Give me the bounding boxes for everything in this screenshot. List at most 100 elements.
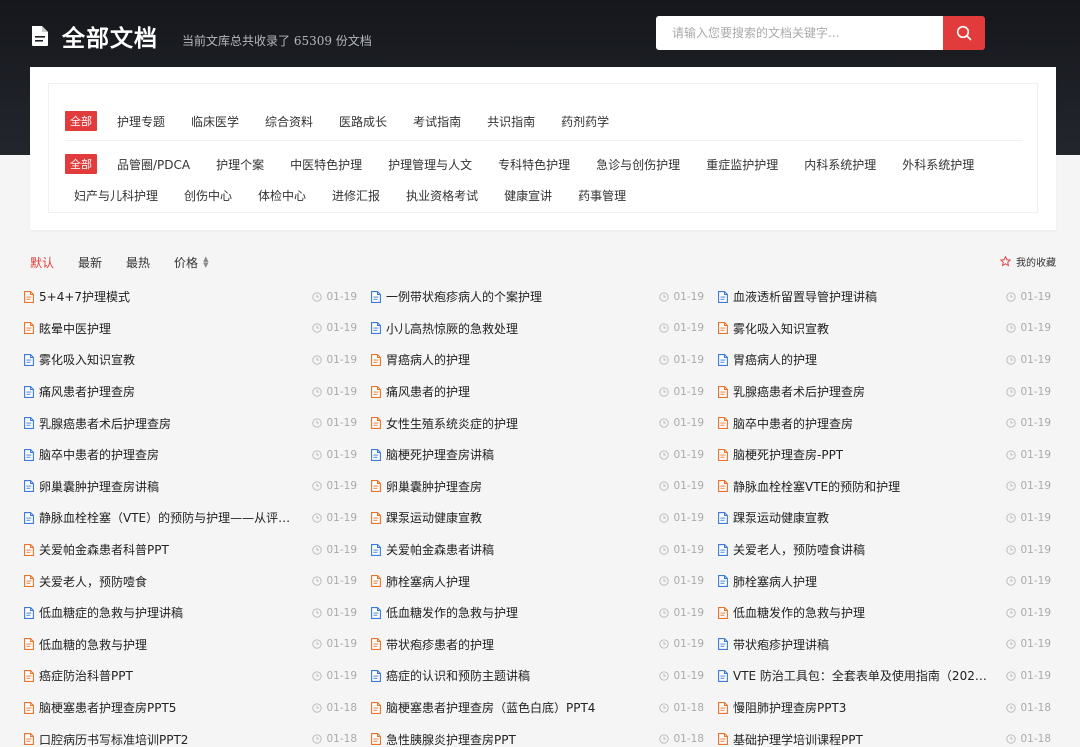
- sort-option[interactable]: 最新: [78, 254, 102, 271]
- document-list-item[interactable]: 脑卒中患者的护理查房 01-19: [718, 407, 1051, 439]
- document-list-item[interactable]: 踝泵运动健康宣教 01-19: [371, 502, 704, 534]
- document-title[interactable]: 慢阻肺护理查房PPT3: [733, 699, 846, 716]
- document-title[interactable]: 乳腺癌患者术后护理查房: [39, 415, 171, 432]
- filter-option[interactable]: 护理管理与人文: [388, 156, 472, 173]
- document-list-item[interactable]: VTE 防治工具包：全套表单及使用指南（2023 … 01-19: [718, 660, 1051, 692]
- document-list-item[interactable]: 慢阻肺护理查房PPT3 01-18: [718, 692, 1051, 724]
- document-title[interactable]: 低血糖发作的急救与护理: [386, 604, 518, 621]
- filter-option[interactable]: 护理专题: [117, 113, 165, 130]
- document-title[interactable]: 低血糖发作的急救与护理: [733, 604, 865, 621]
- document-list-item[interactable]: 肺栓塞病人护理 01-19: [718, 565, 1051, 597]
- filter-option[interactable]: 专科特色护理: [498, 156, 570, 173]
- document-title[interactable]: 关爱帕金森患者讲稿: [386, 541, 494, 558]
- document-list-item[interactable]: 关爱帕金森患者讲稿 01-19: [371, 534, 704, 566]
- document-title[interactable]: 低血糖的急救与护理: [39, 636, 147, 653]
- document-title[interactable]: 带状疱疹护理讲稿: [733, 636, 829, 653]
- filter-option[interactable]: 中医特色护理: [290, 156, 362, 173]
- document-list-item[interactable]: 小儿高热惊厥的急救处理 01-19: [371, 313, 704, 345]
- document-title[interactable]: 女性生殖系统炎症的护理: [386, 415, 518, 432]
- document-title[interactable]: 血液透析留置导管护理讲稿: [733, 288, 877, 305]
- document-list-item[interactable]: 关爱老人，预防噎食讲稿 01-19: [718, 534, 1051, 566]
- filter-option[interactable]: 健康宣讲: [504, 187, 552, 204]
- document-list-item[interactable]: 卵巢囊肿护理查房讲稿 01-19: [24, 471, 357, 503]
- document-list-item[interactable]: 雾化吸入知识宣教 01-19: [24, 344, 357, 376]
- document-list-item[interactable]: 癌症防治科普PPT 01-19: [24, 660, 357, 692]
- filter-option[interactable]: 品管圈/PDCA: [117, 156, 190, 173]
- document-list-item[interactable]: 乳腺癌患者术后护理查房 01-19: [718, 376, 1051, 408]
- sort-option[interactable]: 最热: [126, 254, 150, 271]
- filter-option[interactable]: 进修汇报: [332, 187, 380, 204]
- document-list-item[interactable]: 急性胰腺炎护理查房PPT 01-18: [371, 723, 704, 747]
- filter-option[interactable]: 考试指南: [413, 113, 461, 130]
- document-title[interactable]: 关爱老人，预防噎食: [39, 573, 147, 590]
- document-title[interactable]: 癌症防治科普PPT: [39, 667, 133, 684]
- document-list-item[interactable]: 肺栓塞病人护理 01-19: [371, 565, 704, 597]
- document-list-item[interactable]: 乳腺癌患者术后护理查房 01-19: [24, 407, 357, 439]
- filter-option[interactable]: 重症监护护理: [706, 156, 778, 173]
- document-list-item[interactable]: 脑梗死护理查房讲稿 01-19: [371, 439, 704, 471]
- document-list-item[interactable]: 口腔病历书写标准培训PPT2 01-18: [24, 723, 357, 747]
- filter-option[interactable]: 护理个案: [216, 156, 264, 173]
- document-list-item[interactable]: 胃癌病人的护理 01-19: [371, 344, 704, 376]
- document-title[interactable]: 静脉血栓栓塞（VTE）的预防与护理——从评…: [39, 509, 290, 526]
- document-title[interactable]: 卵巢囊肿护理查房: [386, 478, 482, 495]
- filter-option[interactable]: 药事管理: [578, 187, 626, 204]
- document-title[interactable]: 口腔病历书写标准培训PPT2: [39, 731, 188, 747]
- filter-option[interactable]: 创伤中心: [184, 187, 232, 204]
- document-list-item[interactable]: 低血糖的急救与护理 01-19: [24, 629, 357, 661]
- document-title[interactable]: 脑卒中患者的护理查房: [39, 446, 159, 463]
- search-button[interactable]: [943, 16, 985, 50]
- document-title[interactable]: 脑卒中患者的护理查房: [733, 415, 853, 432]
- document-title[interactable]: 乳腺癌患者术后护理查房: [733, 383, 865, 400]
- filter-option[interactable]: 共识指南: [487, 113, 535, 130]
- filter-option[interactable]: 医路成长: [339, 113, 387, 130]
- document-title[interactable]: 踝泵运动健康宣教: [733, 509, 829, 526]
- sort-option[interactable]: 价格 ▲ ▼: [174, 254, 208, 271]
- document-title[interactable]: 卵巢囊肿护理查房讲稿: [39, 478, 159, 495]
- filter-option[interactable]: 全部: [65, 154, 97, 174]
- filter-option[interactable]: 体检中心: [258, 187, 306, 204]
- document-title[interactable]: 胃癌病人的护理: [386, 351, 470, 368]
- filter-option[interactable]: 内科系统护理: [804, 156, 876, 173]
- document-title[interactable]: 关爱老人，预防噎食讲稿: [733, 541, 865, 558]
- document-list-item[interactable]: 脑梗塞患者护理查房（蓝色白底）PPT4 01-18: [371, 692, 704, 724]
- document-title[interactable]: 雾化吸入知识宣教: [39, 351, 135, 368]
- document-list-item[interactable]: 脑卒中患者的护理查房 01-19: [24, 439, 357, 471]
- document-list-item[interactable]: 低血糖症的急救与护理讲稿 01-19: [24, 597, 357, 629]
- document-list-item[interactable]: 5+4+7护理模式 01-19: [24, 281, 357, 313]
- document-title[interactable]: 肺栓塞病人护理: [733, 573, 817, 590]
- document-list-item[interactable]: 基础护理学培训课程PPT 01-18: [718, 723, 1051, 747]
- document-title[interactable]: 痛风患者护理查房: [39, 383, 135, 400]
- document-list-item[interactable]: 一例带状疱疹病人的个案护理 01-19: [371, 281, 704, 313]
- document-title[interactable]: 痛风患者的护理: [386, 383, 470, 400]
- filter-option[interactable]: 外科系统护理: [902, 156, 974, 173]
- document-title[interactable]: 癌症的认识和预防主题讲稿: [386, 667, 530, 684]
- document-title[interactable]: 急性胰腺炎护理查房PPT: [386, 731, 516, 747]
- document-list-item[interactable]: 眩晕中医护理 01-19: [24, 313, 357, 345]
- document-title[interactable]: 5+4+7护理模式: [39, 288, 130, 305]
- document-title[interactable]: 一例带状疱疹病人的个案护理: [386, 288, 542, 305]
- filter-option[interactable]: 妇产与儿科护理: [74, 187, 158, 204]
- document-title[interactable]: 脑梗死护理查房讲稿: [386, 446, 494, 463]
- document-list-item[interactable]: 女性生殖系统炎症的护理 01-19: [371, 407, 704, 439]
- sort-option[interactable]: 默认: [30, 254, 54, 271]
- filter-option[interactable]: 全部: [65, 111, 97, 131]
- filter-option[interactable]: 执业资格考试: [406, 187, 478, 204]
- document-title[interactable]: 小儿高热惊厥的急救处理: [386, 320, 518, 337]
- document-list-item[interactable]: 踝泵运动健康宣教 01-19: [718, 502, 1051, 534]
- document-title[interactable]: 脑梗死护理查房-PPT: [733, 446, 843, 463]
- document-list-item[interactable]: 静脉血栓栓塞VTE的预防和护理 01-19: [718, 471, 1051, 503]
- document-list-item[interactable]: 痛风患者的护理 01-19: [371, 376, 704, 408]
- document-title[interactable]: 关爱帕金森患者科普PPT: [39, 541, 169, 558]
- document-list-item[interactable]: 带状疱疹患者的护理 01-19: [371, 629, 704, 661]
- document-title[interactable]: 雾化吸入知识宣教: [733, 320, 829, 337]
- document-title[interactable]: 低血糖症的急救与护理讲稿: [39, 604, 183, 621]
- document-list-item[interactable]: 低血糖发作的急救与护理 01-19: [718, 597, 1051, 629]
- document-list-item[interactable]: 关爱老人，预防噎食 01-19: [24, 565, 357, 597]
- document-list-item[interactable]: 癌症的认识和预防主题讲稿 01-19: [371, 660, 704, 692]
- document-title[interactable]: 带状疱疹患者的护理: [386, 636, 494, 653]
- document-list-item[interactable]: 脑梗塞患者护理查房PPT5 01-18: [24, 692, 357, 724]
- document-list-item[interactable]: 关爱帕金森患者科普PPT 01-19: [24, 534, 357, 566]
- document-list-item[interactable]: 静脉血栓栓塞（VTE）的预防与护理——从评… 01-19: [24, 502, 357, 534]
- document-list-item[interactable]: 脑梗死护理查房-PPT 01-19: [718, 439, 1051, 471]
